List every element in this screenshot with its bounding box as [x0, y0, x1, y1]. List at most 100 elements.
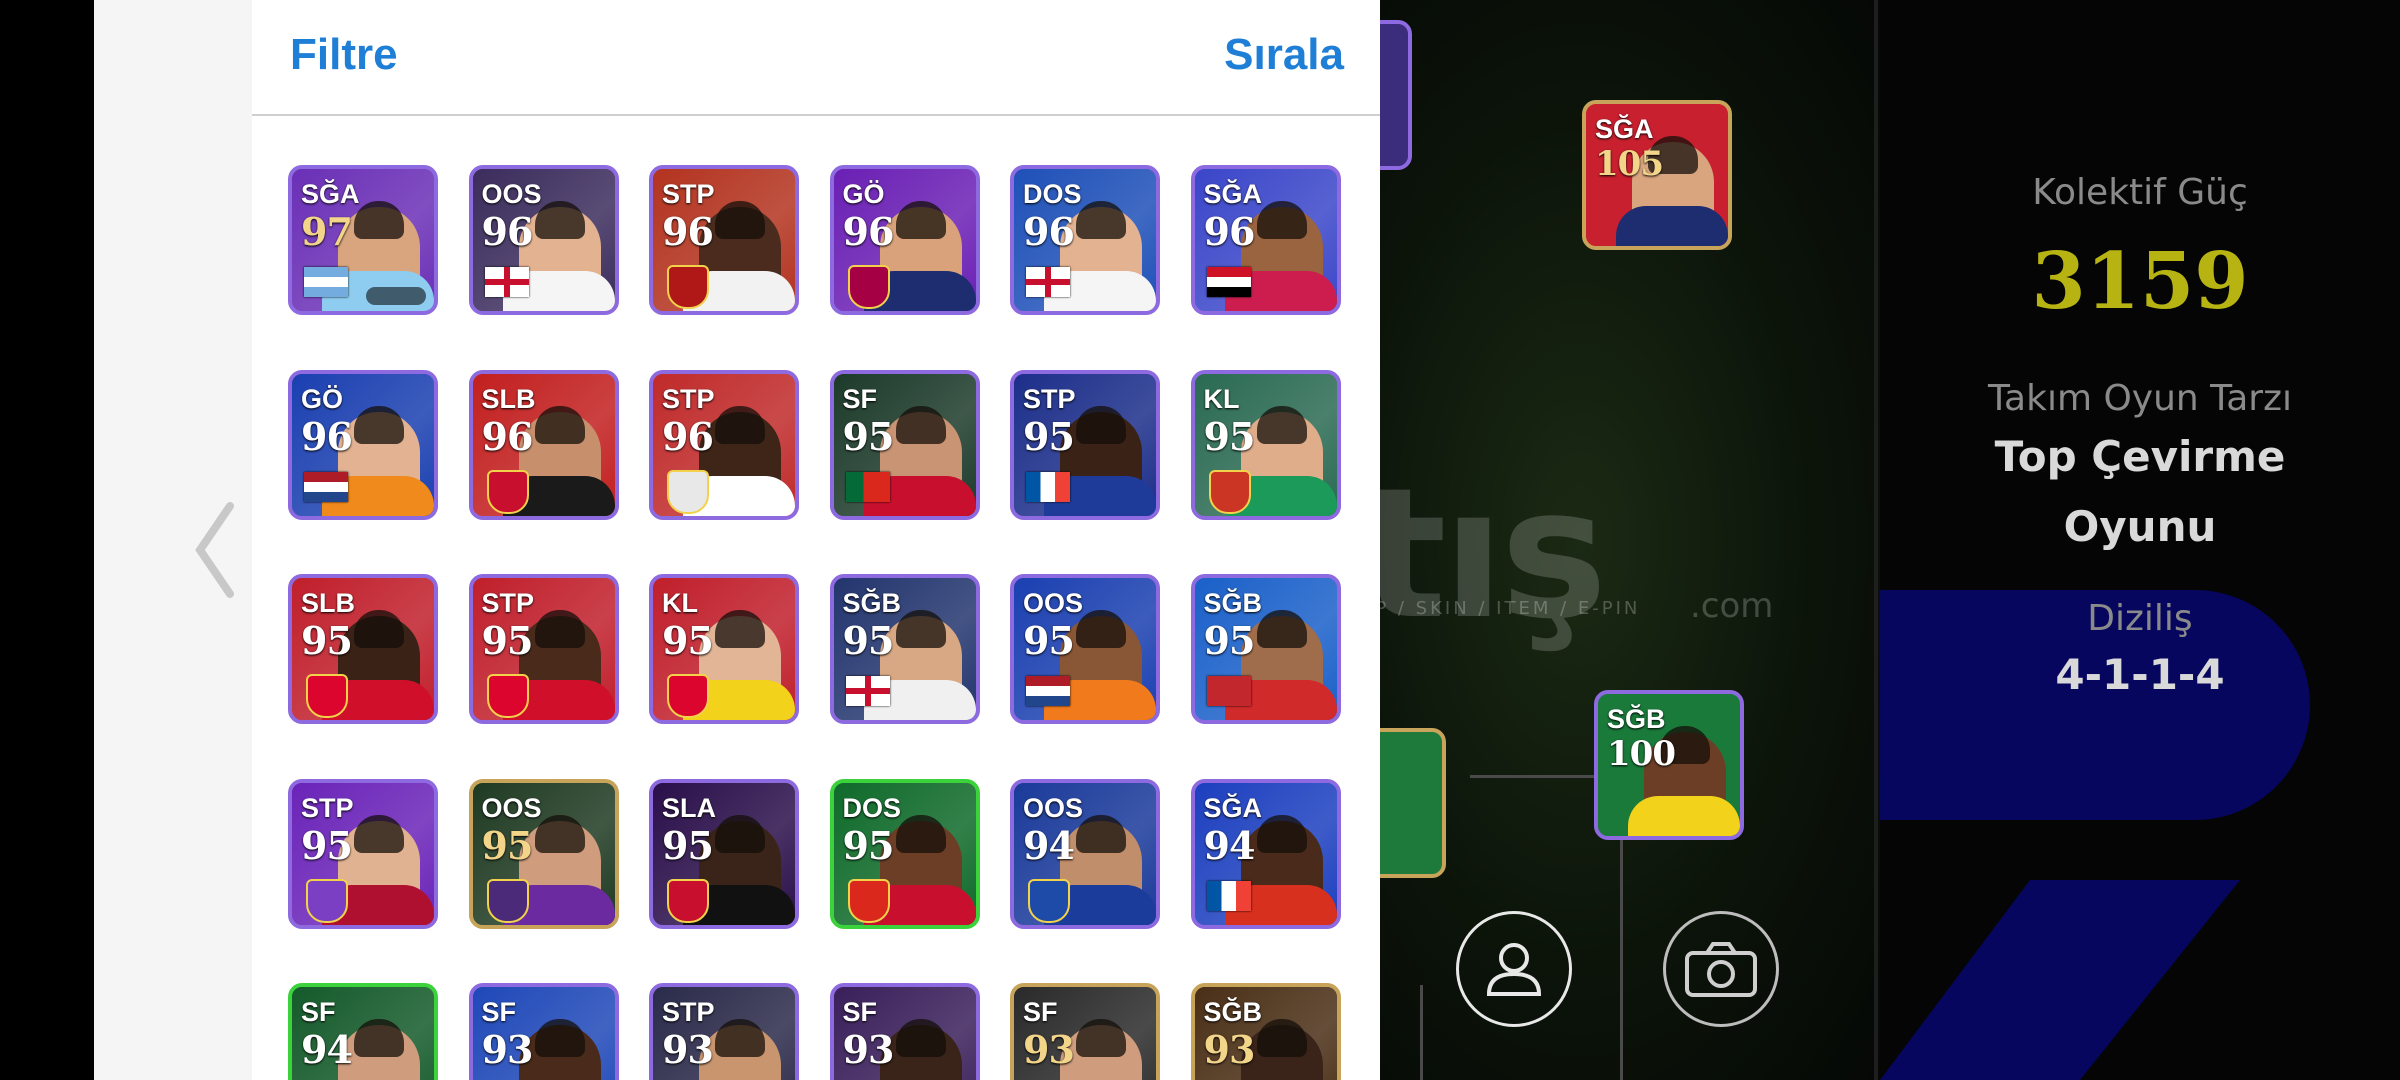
- nation-flag-icon: [304, 267, 348, 297]
- nation-flag-icon: [845, 471, 890, 502]
- player-rating: 95: [842, 413, 895, 459]
- player-position: SLB: [481, 383, 536, 414]
- player-rating: 96: [662, 413, 714, 459]
- sort-button[interactable]: Sırala: [1224, 30, 1344, 80]
- player-position: STP: [662, 179, 715, 209]
- club-crest-icon: [847, 265, 890, 309]
- back-chevron-icon[interactable]: [190, 500, 240, 604]
- player-position: DOS: [842, 792, 902, 823]
- player-card[interactable]: SLB 95: [288, 574, 438, 724]
- formation-value: 4-1-1-4: [2055, 650, 2225, 699]
- player-card[interactable]: STP 96: [649, 369, 799, 520]
- club-crest-icon: [486, 674, 529, 718]
- player-card[interactable]: SF 93: [1010, 983, 1160, 1080]
- blue-decor-shape: [1880, 880, 2240, 1080]
- player-position: SF: [481, 997, 517, 1027]
- player-card[interactable]: GÖ 96: [829, 165, 980, 315]
- player-card[interactable]: OOS 96: [468, 165, 619, 315]
- player-card[interactable]: STP 95: [1010, 369, 1160, 520]
- player-position: GÖ: [842, 179, 885, 209]
- player-rating: 96: [842, 209, 895, 254]
- player-rating: 96: [481, 413, 534, 459]
- player-card[interactable]: KL 95: [649, 574, 799, 724]
- player-rating: 93: [1203, 1027, 1256, 1072]
- club-crest-icon: [306, 674, 348, 718]
- player-rating: 95: [481, 822, 534, 868]
- player-card[interactable]: STP 93: [649, 983, 799, 1080]
- player-rating: 94: [1023, 822, 1075, 868]
- player-rating: 96: [481, 209, 534, 254]
- team-info-panel: Kolektif Güç 3159 Takım Oyun Tarzı Top Ç…: [1880, 0, 2400, 1080]
- pitch-player-card[interactable]: SĞA 105: [1582, 100, 1732, 250]
- club-crest-icon: [1028, 878, 1070, 923]
- pitch-player-card[interactable]: SĞB 100: [1594, 690, 1744, 840]
- player-position: GÖ: [301, 383, 344, 414]
- player-card[interactable]: OOS 95: [1010, 574, 1160, 724]
- player-rating: 93: [842, 1027, 895, 1072]
- club-crest-icon: [667, 674, 709, 718]
- player-position: SF: [301, 997, 336, 1027]
- player-card[interactable]: STP 95: [288, 778, 438, 929]
- player-position: OOS: [481, 792, 542, 823]
- player-card[interactable]: SF 93: [829, 983, 980, 1080]
- player-card[interactable]: SLB 96: [468, 369, 619, 520]
- player-position: SF: [842, 383, 878, 414]
- profile-button[interactable]: [1456, 911, 1572, 1027]
- player-card[interactable]: SĞA 97: [288, 165, 438, 315]
- player-card[interactable]: DOS 95: [829, 778, 980, 929]
- player-card[interactable]: SLA 95: [649, 778, 799, 929]
- player-position: OOS: [1023, 792, 1084, 823]
- formation-label: Diziliş: [2087, 598, 2193, 639]
- player-shirt: [1628, 796, 1740, 836]
- player-card[interactable]: OOS 95: [468, 778, 619, 929]
- camera-button[interactable]: [1663, 911, 1779, 1027]
- player-rating: 105: [1595, 144, 1664, 184]
- club-crest-icon: [847, 878, 890, 923]
- player-card[interactable]: SĞA 96: [1190, 165, 1341, 315]
- player-card[interactable]: GÖ 96: [288, 369, 438, 520]
- player-rating: 93: [481, 1027, 534, 1072]
- player-position: SĞA: [1203, 792, 1263, 823]
- player-card[interactable]: STP 96: [649, 165, 799, 315]
- player-card[interactable]: SF 94: [288, 983, 438, 1080]
- player-card[interactable]: KL 95: [1190, 369, 1341, 520]
- player-selection-panel: Filtre Sırala SĞA 97 OOS 96 STP 96 GÖ 96 DOS 96 SĞ…: [252, 0, 1380, 1080]
- player-position: OOS: [481, 179, 542, 209]
- player-position: SLA: [662, 792, 716, 823]
- player-rating: 95: [1023, 413, 1075, 459]
- club-crest-icon: [667, 469, 709, 514]
- player-card[interactable]: SĞB 95: [829, 574, 980, 724]
- player-rating: 96: [662, 209, 714, 254]
- club-crest-icon: [486, 878, 529, 923]
- player-rating: 93: [662, 1027, 714, 1072]
- panel-header: Filtre Sırala: [252, 0, 1380, 116]
- nation-flag-icon: [1026, 471, 1070, 502]
- player-rating: 95: [1203, 618, 1256, 663]
- player-card[interactable]: SF 93: [468, 983, 619, 1080]
- filter-button[interactable]: Filtre: [290, 30, 398, 80]
- player-rating: 100: [1607, 734, 1676, 774]
- player-card[interactable]: SF 95: [829, 369, 980, 520]
- player-position: OOS: [1023, 588, 1084, 618]
- player-rating: 95: [842, 822, 895, 868]
- club-crest-icon: [667, 878, 709, 923]
- player-rating: 95: [301, 618, 353, 663]
- player-rating: 96: [301, 413, 353, 459]
- player-card[interactable]: OOS 94: [1010, 778, 1160, 929]
- player-position: SF: [1023, 997, 1058, 1027]
- player-card[interactable]: SĞB 93: [1190, 983, 1341, 1080]
- player-rating: 94: [301, 1027, 353, 1072]
- divider: [1874, 0, 1878, 1080]
- player-card[interactable]: SĞA 94: [1190, 778, 1341, 929]
- player-position: STP: [301, 792, 354, 823]
- player-card[interactable]: SĞB 95: [1190, 574, 1341, 724]
- player-rating: 95: [1203, 413, 1256, 459]
- player-card[interactable]: STP 95: [468, 574, 619, 724]
- player-card[interactable]: DOS 96: [1010, 165, 1160, 315]
- play-style-value-line1: Top Çevirme: [1994, 432, 2286, 481]
- player-position: SĞB: [842, 588, 902, 618]
- club-crest-icon: [667, 265, 709, 309]
- player-rating: 97: [301, 209, 353, 254]
- player-position: SLB: [301, 588, 355, 618]
- player-position: KL: [662, 588, 698, 618]
